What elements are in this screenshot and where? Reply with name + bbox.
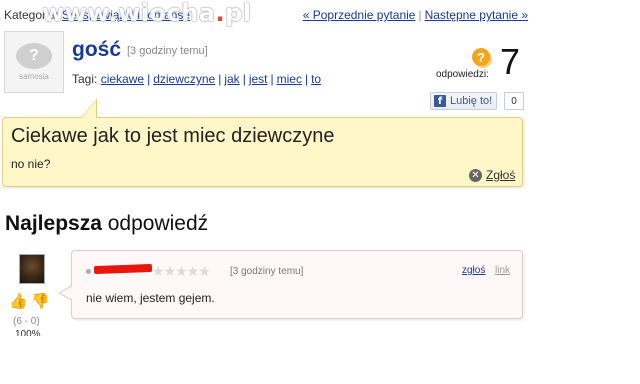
question-title: Ciekawe jak to jest miec dziewczyne xyxy=(11,125,335,147)
best-answer-heading: Najlepsza odpowiedź xyxy=(5,212,208,236)
avatar-placeholder-icon: ? xyxy=(16,43,52,69)
vote-percent: 100% xyxy=(15,329,41,336)
rating-stars[interactable]: ★★★★★ xyxy=(152,263,211,280)
tag-link[interactable]: dziewczyne xyxy=(153,72,215,86)
watermark-tld: pl xyxy=(225,0,252,27)
question-time: [3 godziny temu] xyxy=(127,45,208,57)
next-question-link[interactable]: Następne pytanie » xyxy=(425,8,528,22)
answer-permalink[interactable]: link xyxy=(495,265,510,276)
answer-author-avatar[interactable] xyxy=(19,254,45,284)
tag-link[interactable]: jak xyxy=(224,72,239,86)
prev-question-link[interactable]: « Poprzednie pytanie xyxy=(303,8,416,22)
answer-time: [3 godziny temu] xyxy=(230,266,304,277)
status-dot-icon xyxy=(86,269,91,274)
answer-link[interactable]: link xyxy=(495,265,510,276)
question-body: no nie? xyxy=(11,157,51,171)
answer-text: nie wiem, jestem gejem. xyxy=(86,291,215,305)
tag-link[interactable]: to xyxy=(311,72,321,86)
best-heading-bold: Najlepsza xyxy=(5,212,102,235)
avatar-brand: samosia xyxy=(19,72,49,81)
redacted-username xyxy=(93,263,153,275)
tag-link[interactable]: ciekawe xyxy=(101,72,144,86)
report-question[interactable]: ✕ Zgłoś xyxy=(469,168,515,182)
like-count: 0 xyxy=(504,92,524,110)
question-author[interactable]: gość xyxy=(72,38,121,62)
best-heading-rest: odpowiedź xyxy=(101,212,209,235)
vote-buttons: 👍 👎 xyxy=(9,294,50,310)
report-answer-link[interactable]: zgłoś xyxy=(462,265,485,276)
like-label: Lubię to! xyxy=(450,95,493,107)
tag-link[interactable]: jest xyxy=(249,72,268,86)
thumbs-down-icon[interactable]: 👎 xyxy=(31,294,50,310)
question-author-avatar[interactable]: ? samosia xyxy=(4,31,64,93)
tag-link[interactable]: miec xyxy=(277,72,302,86)
question-box: Ciekawe jak to jest miec dziewczyne no n… xyxy=(2,98,523,187)
answers-count: 7 xyxy=(500,41,521,82)
question-mark-icon: ? xyxy=(472,48,490,66)
answers-label: odpowiedzi: xyxy=(436,69,489,80)
report-question-link[interactable]: Zgłoś xyxy=(486,168,515,182)
tags-label: Tagi: xyxy=(72,72,98,86)
facebook-icon: f xyxy=(434,95,446,107)
nav-separator: | xyxy=(418,8,422,22)
report-answer[interactable]: zgłoś xyxy=(462,265,485,276)
thumbs-up-icon[interactable]: 👍 xyxy=(9,294,28,310)
question-navigation: « Poprzednie pytanie | Następne pytanie » xyxy=(303,8,528,22)
vote-count: (6 - 0) xyxy=(13,316,40,327)
close-icon: ✕ xyxy=(469,168,482,182)
answer-box: ★★★★★ [3 godziny temu] zgłoś link nie wi… xyxy=(58,250,523,319)
question-tags: Tagi: ciekawe | dziewczyne | jak | jest | miec | t… xyxy=(72,72,322,86)
watermark-brand: www.wiocha xyxy=(42,0,216,27)
facebook-like-button[interactable]: f Lubię to! xyxy=(430,92,497,110)
watermark-logo: www.wiocha.pl xyxy=(42,0,252,27)
watermark-dot: . xyxy=(215,0,226,27)
